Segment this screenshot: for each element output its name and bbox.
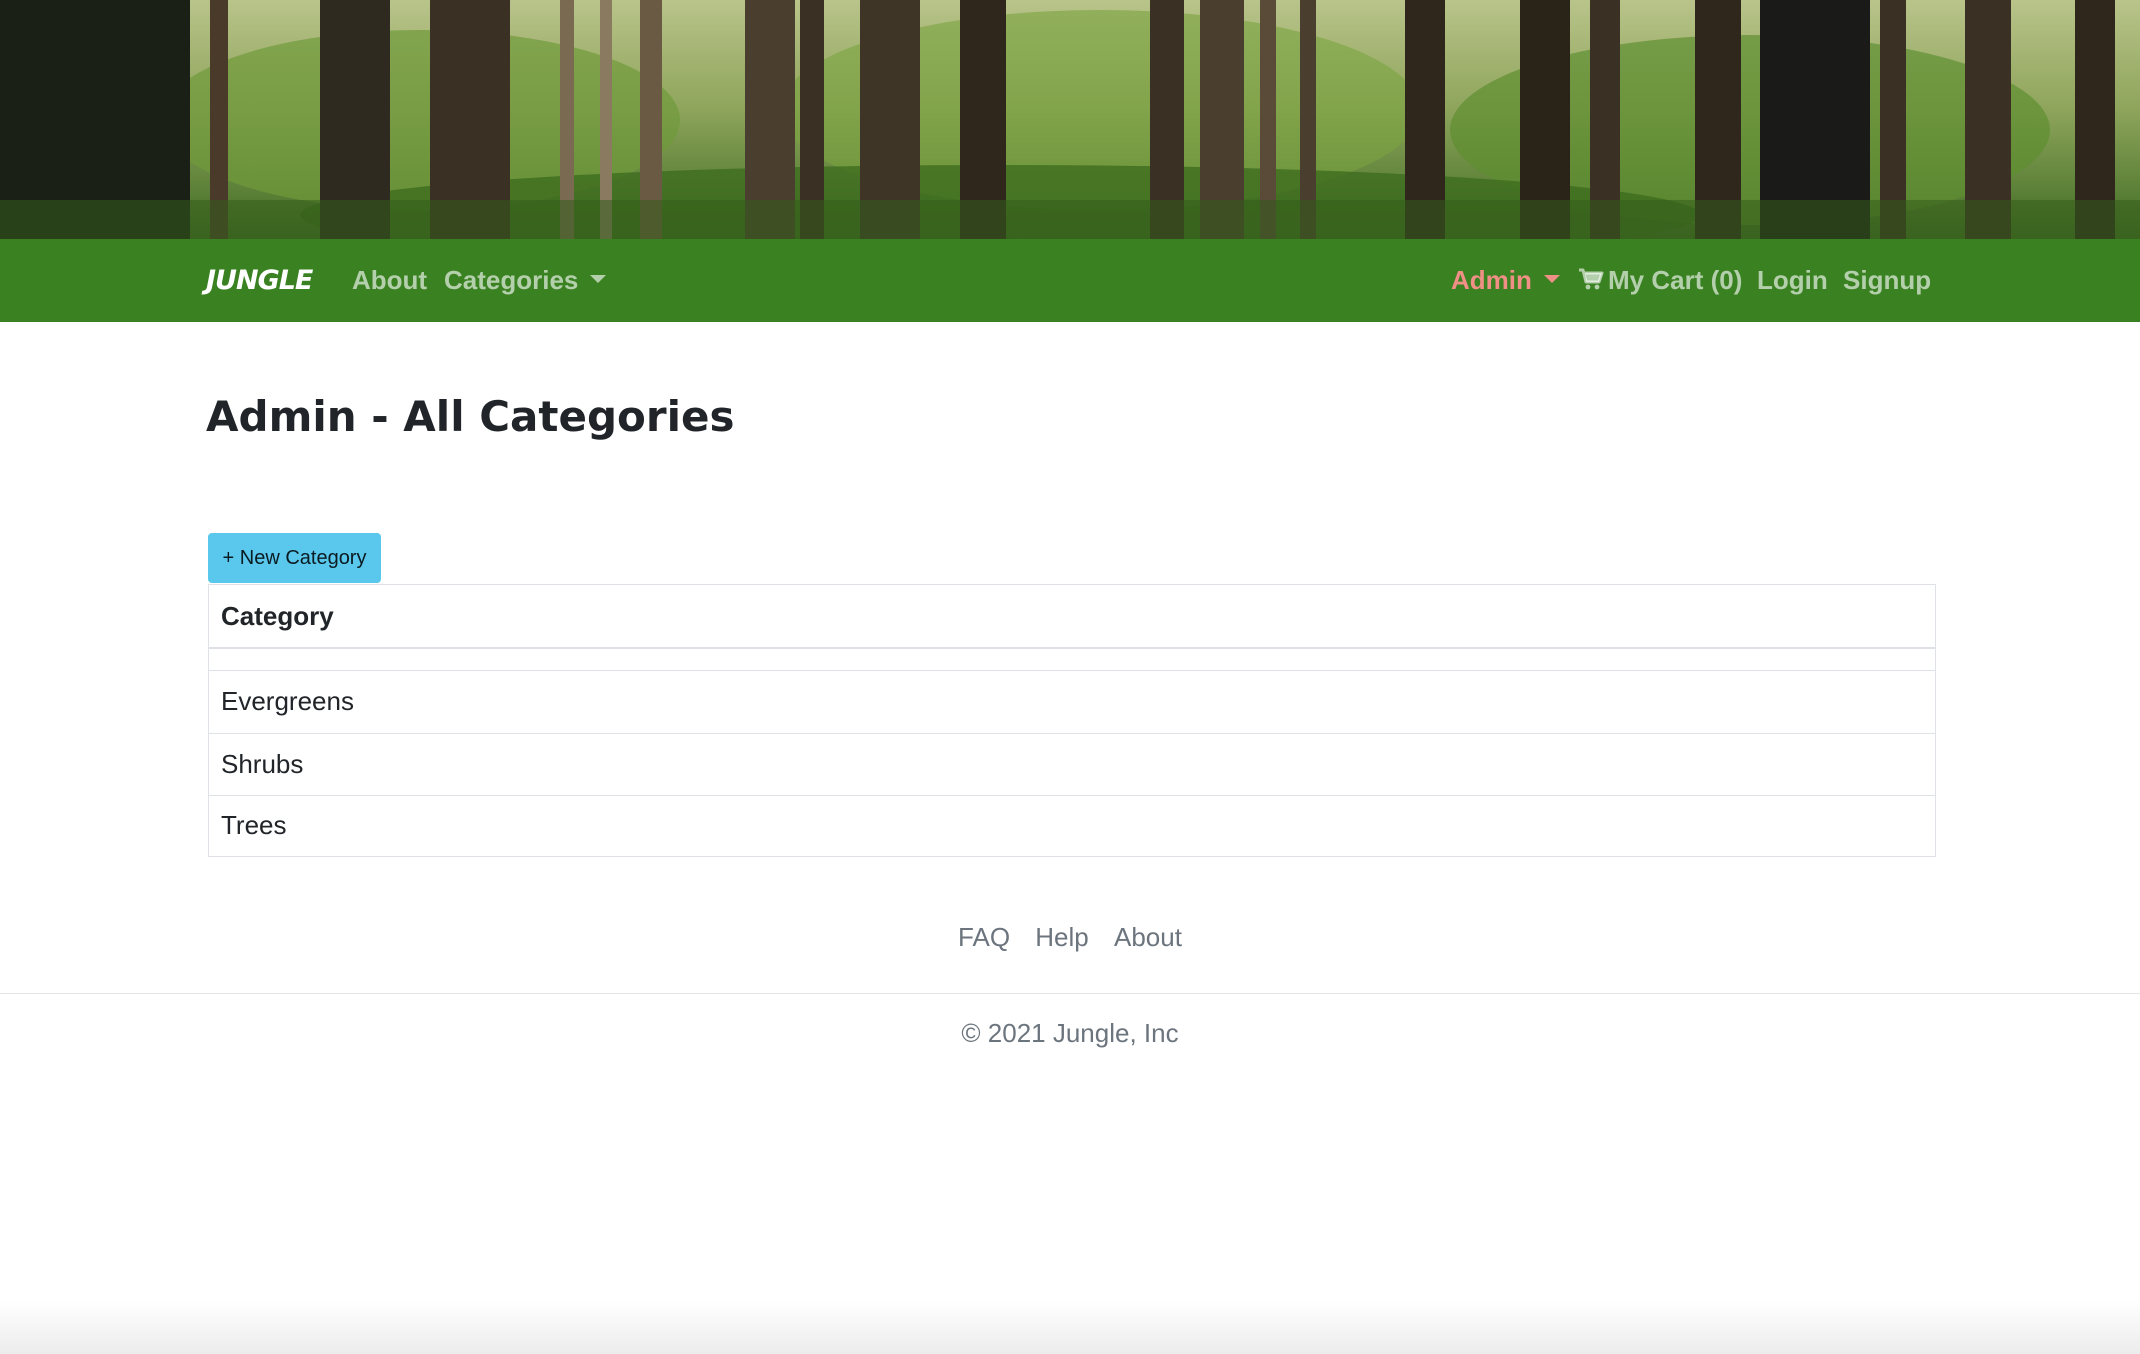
caret-down-icon: [1543, 275, 1560, 284]
bottom-shadow: [0, 1300, 2140, 1354]
shopping-cart-icon: [1579, 268, 1604, 290]
nav-login-link[interactable]: Login: [1757, 239, 1828, 322]
nav-cart-label: My Cart (0): [1608, 265, 1743, 295]
footer-faq-link[interactable]: FAQ: [958, 922, 1010, 952]
table-empty-row: [209, 649, 1935, 671]
nav-categories-dropdown[interactable]: Categories: [444, 239, 607, 322]
categories-table: Category Evergreens Shrubs Trees: [208, 584, 1936, 857]
table-row: Shrubs: [209, 734, 1935, 796]
page-title: Admin - All Categories: [206, 392, 735, 441]
caret-down-icon: [590, 275, 607, 284]
nav-admin-label: Admin: [1451, 265, 1532, 295]
footer-about-link[interactable]: About: [1114, 922, 1182, 952]
copyright-text: © 2021 Jungle, Inc: [961, 1018, 1179, 1048]
category-cell: Evergreens: [221, 686, 354, 716]
nav-admin-dropdown[interactable]: Admin: [1451, 239, 1560, 322]
table-header-row: Category: [209, 585, 1935, 649]
table-row: Trees: [209, 796, 1935, 856]
hero-banner-image: [0, 0, 2140, 239]
category-cell: Trees: [221, 810, 287, 840]
nav-cart-link[interactable]: My Cart (0): [1578, 239, 1742, 322]
top-navbar: JUNGLE About Categories Admin My Cart (0…: [0, 239, 2140, 322]
column-header-category: Category: [221, 601, 334, 631]
brand-logo[interactable]: JUNGLE: [206, 239, 313, 322]
new-category-button[interactable]: + New Category: [208, 533, 381, 583]
nav-about-link[interactable]: About: [352, 239, 427, 322]
footer-links: FAQ Help About: [0, 922, 2140, 953]
footer-help-link[interactable]: Help: [1035, 922, 1088, 952]
footer-divider: [0, 993, 2140, 994]
nav-signup-link[interactable]: Signup: [1843, 239, 1931, 322]
nav-categories-label: Categories: [444, 265, 579, 295]
category-cell: Shrubs: [221, 749, 304, 779]
table-row: Evergreens: [209, 671, 1935, 734]
